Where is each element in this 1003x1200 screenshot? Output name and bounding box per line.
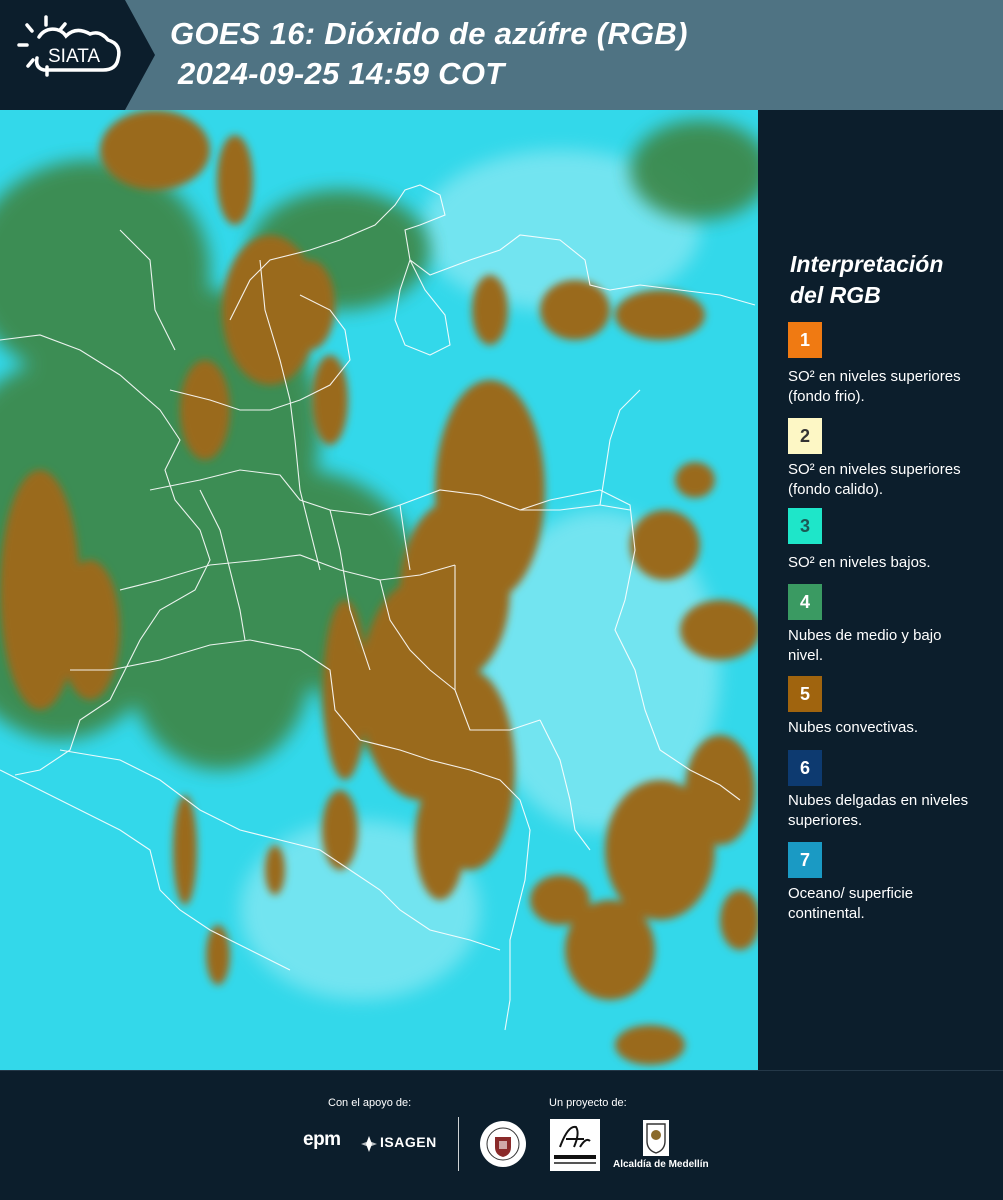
legend-label-3: SO² en niveles bajos. <box>788 554 931 571</box>
footer-divider <box>458 1117 459 1171</box>
satellite-map[interactable] <box>0 110 758 1070</box>
legend-label-1: SO² en niveles superiores (fondo frio). <box>788 368 961 405</box>
legend-swatch-1: 1 <box>788 322 822 358</box>
legend-panel: Interpretación del RGB 1 SO² en niveles … <box>758 110 1003 1070</box>
satellite-image <box>0 110 758 1070</box>
epm-logo: epm <box>303 1129 341 1150</box>
medellin-seal-icon <box>480 1121 526 1167</box>
footer-bar: Con el apoyo de: Un proyecto de: epm ISA… <box>0 1070 1003 1200</box>
page-title: GOES 16: Dióxido de azúfre (RGB) <box>170 16 688 51</box>
isagen-logo-icon <box>361 1136 377 1152</box>
alcaldia-label: Alcaldía de Medellín <box>613 1159 709 1170</box>
isagen-logo: ISAGEN <box>380 1134 437 1150</box>
area-metropolitana-logo <box>550 1119 600 1171</box>
project-label: Un proyecto de: <box>549 1097 627 1109</box>
header-bar: SIATA GOES 16: Dióxido de azúfre (RGB) 2… <box>0 0 1003 110</box>
support-label: Con el apoyo de: <box>328 1097 412 1109</box>
legend-label-4: Nubes de medio y bajo nivel. <box>788 627 942 664</box>
siata-logo-text: SIATA <box>48 46 100 67</box>
legend-swatch-2: 2 <box>788 418 822 454</box>
legend-swatch-3: 3 <box>788 508 822 544</box>
legend-swatch-6: 6 <box>788 750 822 786</box>
legend-title: Interpretación <box>790 251 944 277</box>
legend-label-6: Nubes delgadas en niveles superiores. <box>788 792 969 829</box>
legend-label-2: SO² en niveles superiores (fondo calido)… <box>788 461 961 498</box>
legend-label-7: Oceano/ superficie continental. <box>788 885 914 922</box>
legend-swatch-5: 5 <box>788 676 822 712</box>
legend-label-5: Nubes convectivas. <box>788 719 919 736</box>
page-timestamp: 2024-09-25 14:59 COT <box>178 56 505 91</box>
legend-swatch-7: 7 <box>788 842 822 878</box>
legend-title-line2: del RGB <box>790 282 881 308</box>
alcaldia-shield-icon <box>643 1120 669 1156</box>
siata-logo: SIATA <box>0 0 155 110</box>
legend-swatch-4: 4 <box>788 584 822 620</box>
